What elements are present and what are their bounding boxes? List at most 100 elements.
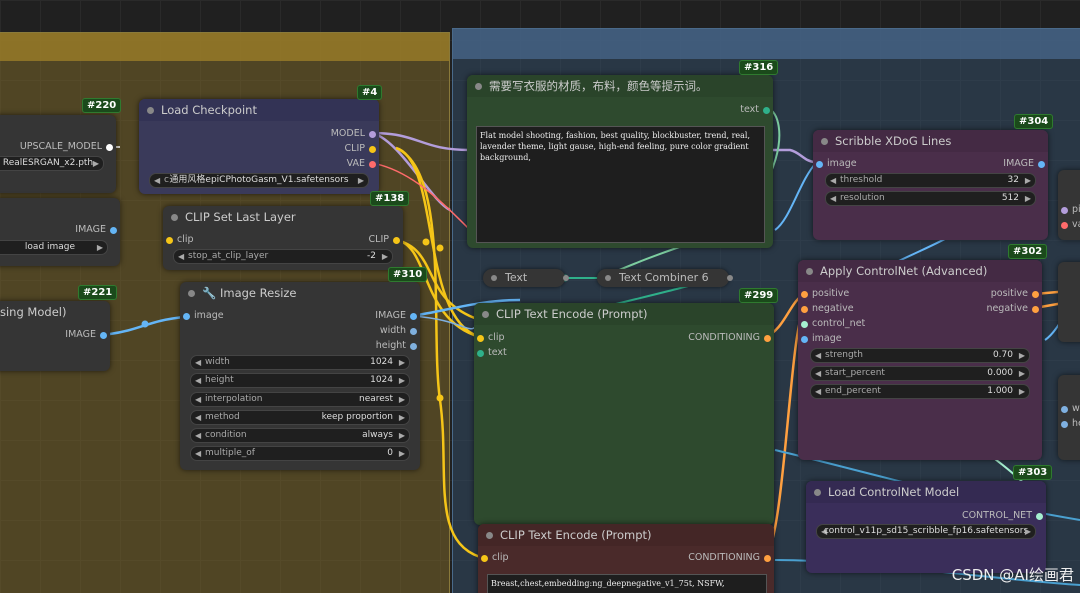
- output-dot[interactable]: [410, 328, 417, 335]
- output-model[interactable]: MODEL: [331, 128, 376, 139]
- ckpt-name-select[interactable]: ◀ c 通用风格epiCPhotoGasm_V1.safetensors ▶: [149, 173, 369, 188]
- collapse-dot-icon[interactable]: [171, 214, 178, 221]
- node-221[interactable]: sing Model) IMAGE: [0, 301, 110, 371]
- collapse-dot-icon[interactable]: [482, 311, 489, 318]
- prompt-textarea[interactable]: Flat model shooting, fashion, best quali…: [476, 126, 765, 243]
- input-control-net[interactable]: control_net: [801, 318, 865, 329]
- input-image[interactable]: image: [816, 158, 857, 169]
- method-widget[interactable]: ◀ method keep proportion ▶: [190, 410, 410, 425]
- node-221-title[interactable]: sing Model): [0, 301, 110, 323]
- input-dot[interactable]: [816, 161, 823, 168]
- arrow-left-icon[interactable]: ◀: [830, 192, 836, 205]
- arrow-left-icon[interactable]: ◀: [815, 349, 821, 362]
- arrow-right-icon[interactable]: ▶: [97, 241, 103, 254]
- height-widget[interactable]: ◀ height 1024 ▶: [190, 373, 410, 388]
- arrow-right-icon[interactable]: ▶: [399, 374, 405, 387]
- collapse-dot-icon[interactable]: [188, 290, 195, 297]
- node-title[interactable]: 🔧 Image Resize: [180, 282, 420, 304]
- input-image[interactable]: image: [183, 310, 224, 321]
- input-dot[interactable]: [801, 306, 808, 313]
- node-load-image[interactable]: IMAGE load image ▶: [0, 198, 120, 266]
- input-positive[interactable]: positive: [801, 288, 849, 299]
- arrow-right-icon[interactable]: ▶: [1019, 349, 1025, 362]
- start-percent-widget[interactable]: ◀ start_percent 0.000 ▶: [810, 366, 1030, 381]
- output-dot[interactable]: [393, 237, 400, 244]
- output-positive[interactable]: positive: [991, 288, 1039, 299]
- input-w[interactable]: w: [1061, 403, 1080, 414]
- arrow-left-icon[interactable]: ◀: [178, 250, 184, 263]
- node-right-edge-2[interactable]: [1058, 262, 1080, 342]
- node-image-resize[interactable]: 🔧 Image Resize image IMAGE width height …: [180, 282, 420, 470]
- load-image-button[interactable]: load image ▶: [0, 240, 108, 255]
- output-vae[interactable]: VAE: [347, 158, 376, 169]
- collapse-dot-icon[interactable]: [491, 275, 497, 281]
- node-right-edge-1[interactable]: pi va: [1058, 170, 1080, 240]
- collapse-dot-icon[interactable]: [486, 532, 493, 539]
- input-dot[interactable]: [1061, 222, 1068, 229]
- input-dot[interactable]: [801, 321, 808, 328]
- negative-prompt-textarea[interactable]: Breast,chest,embedding:ng_deepnegative_v…: [487, 574, 767, 593]
- output-dot[interactable]: [106, 144, 113, 151]
- node-text-prompt[interactable]: 需要写衣服的材质，布料，颜色等提示词。 text Flat model shoo…: [467, 75, 773, 248]
- interpolation-widget[interactable]: ◀ interpolation nearest ▶: [190, 392, 410, 407]
- input-dot[interactable]: [481, 555, 488, 562]
- output-dot[interactable]: [763, 107, 770, 114]
- output-dot[interactable]: [764, 335, 771, 342]
- controlnet-model-select[interactable]: ◀ control_v11p_sd15_scribble_fp16.safeten…: [816, 524, 1036, 539]
- node-title[interactable]: Apply ControlNet (Advanced): [798, 260, 1042, 282]
- input-text[interactable]: text: [477, 347, 507, 358]
- output-dot[interactable]: [1032, 306, 1039, 313]
- collapse-dot-icon[interactable]: [147, 107, 154, 114]
- input-dot[interactable]: [1061, 207, 1068, 214]
- strength-widget[interactable]: ◀ strength 0.70 ▶: [810, 348, 1030, 363]
- node-upscale-model-loader[interactable]: UPSCALE_MODEL RealESRGAN_x2.pth ▶: [0, 115, 116, 193]
- input-dot[interactable]: [1061, 406, 1068, 413]
- condition-widget[interactable]: ◀ condition always ▶: [190, 428, 410, 443]
- node-title[interactable]: Scribble XDoG Lines: [813, 130, 1048, 152]
- output-conditioning[interactable]: CONDITIONING: [688, 552, 771, 563]
- arrow-right-icon[interactable]: ▶: [1019, 385, 1025, 398]
- arrow-left-icon[interactable]: ◀: [815, 385, 821, 398]
- output-dot[interactable]: [369, 146, 376, 153]
- output-height[interactable]: height: [376, 340, 417, 351]
- arrow-right-icon[interactable]: ▶: [399, 447, 405, 460]
- arrow-right-icon[interactable]: ▶: [93, 157, 99, 170]
- node-title[interactable]: CLIP Text Encode (Prompt): [474, 303, 774, 325]
- output-negative[interactable]: negative: [986, 303, 1039, 314]
- node-title[interactable]: CLIP Text Encode (Prompt): [478, 524, 774, 546]
- end-percent-widget[interactable]: ◀ end_percent 1.000 ▶: [810, 384, 1030, 399]
- arrow-left-icon[interactable]: ◀: [195, 356, 201, 369]
- arrow-left-icon[interactable]: ◀: [195, 393, 201, 406]
- node-clip-text-encode-negative[interactable]: CLIP Text Encode (Prompt) clip CONDITION…: [478, 524, 774, 593]
- node-title[interactable]: 需要写衣服的材质，布料，颜色等提示词。: [467, 75, 773, 97]
- node-clip-set-last-layer[interactable]: CLIP Set Last Layer clip CLIP ◀ stop_at_c…: [163, 206, 403, 270]
- output-image[interactable]: IMAGE: [75, 224, 117, 235]
- node-load-checkpoint[interactable]: Load Checkpoint MODEL CLIP VAE ◀ c 通用风格e…: [139, 99, 379, 194]
- input-dot[interactable]: [477, 335, 484, 342]
- arrow-right-icon[interactable]: ▶: [358, 174, 364, 187]
- input-va[interactable]: va: [1061, 219, 1080, 230]
- output-image[interactable]: IMAGE: [1003, 158, 1045, 169]
- arrow-right-icon[interactable]: ▶: [1025, 525, 1031, 538]
- output-image[interactable]: IMAGE: [375, 310, 417, 321]
- node-right-edge-3[interactable]: w he: [1058, 375, 1080, 460]
- node-scribble-xdog-lines[interactable]: Scribble XDoG Lines image IMAGE ◀ thresho…: [813, 130, 1048, 240]
- collapse-dot-icon[interactable]: [806, 268, 813, 275]
- node-text-collapsed[interactable]: Text: [483, 269, 569, 287]
- input-dot[interactable]: [166, 237, 173, 244]
- output-dot[interactable]: [100, 332, 107, 339]
- arrow-left-icon[interactable]: ◀: [195, 374, 201, 387]
- node-text-combiner-collapsed[interactable]: Text Combiner 6: [597, 269, 733, 287]
- arrow-right-icon[interactable]: ▶: [1019, 367, 1025, 380]
- multiple-of-widget[interactable]: ◀ multiple_of 0 ▶: [190, 446, 410, 461]
- output-dot[interactable]: [1036, 513, 1043, 520]
- arrow-left-icon[interactable]: ◀: [195, 429, 201, 442]
- input-clip[interactable]: clip: [477, 332, 505, 343]
- arrow-left-icon[interactable]: ◀: [195, 447, 201, 460]
- output-conditioning[interactable]: CONDITIONING: [688, 332, 771, 343]
- arrow-right-icon[interactable]: ▶: [399, 411, 405, 424]
- output-dot[interactable]: [369, 161, 376, 168]
- collapse-dot-icon[interactable]: [814, 489, 821, 496]
- output-dot[interactable]: [410, 313, 417, 320]
- input-clip[interactable]: clip: [166, 234, 194, 245]
